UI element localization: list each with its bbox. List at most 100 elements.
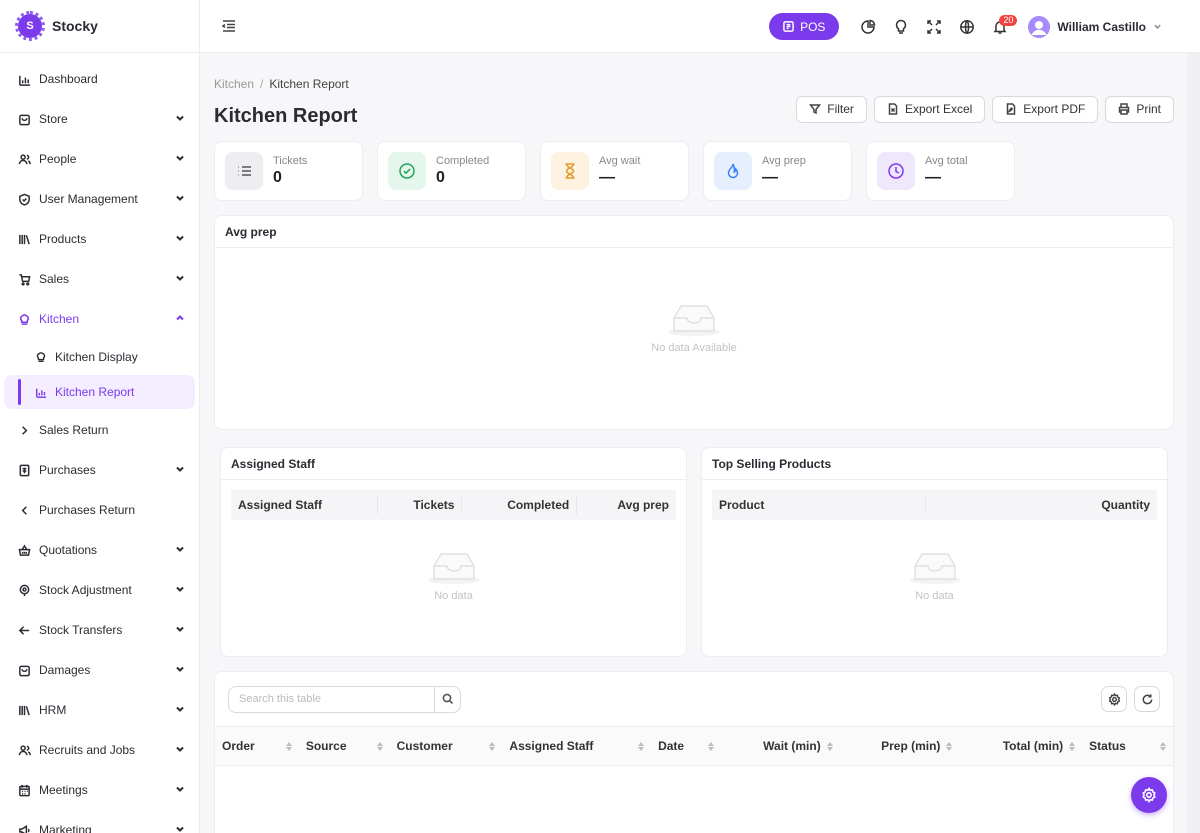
sidebar-item-purchases-return[interactable]: Purchases Return <box>0 490 199 530</box>
pie-chart-icon[interactable] <box>851 12 884 42</box>
sidebar-subitem-kitchen-report[interactable]: Kitchen Report <box>4 375 195 409</box>
sidebar-item-damages[interactable]: Damages <box>0 650 199 690</box>
user-name: William Castillo <box>1057 19 1146 34</box>
print-button[interactable]: Print <box>1105 95 1174 123</box>
search-icon[interactable] <box>434 686 460 712</box>
column-header[interactable]: Assigned Staff <box>231 496 377 514</box>
sort-icon <box>285 741 292 751</box>
stat-label: Avg total <box>925 155 968 167</box>
breadcrumb-parent[interactable]: Kitchen <box>214 77 254 91</box>
stat-value: — <box>762 169 778 186</box>
stat-label: Tickets <box>273 155 308 167</box>
column-header[interactable]: Product <box>712 496 925 514</box>
chevron-left-icon <box>17 503 31 517</box>
sidebar-item-store[interactable]: Store <box>0 99 199 139</box>
sidebar-item-quotations[interactable]: Quotations <box>0 530 199 570</box>
column-header-customer[interactable]: Customer <box>390 727 503 765</box>
sidebar-item-kitchen[interactable]: Kitchen <box>0 299 199 339</box>
stat-label: Avg prep <box>762 155 806 167</box>
box-icon <box>17 663 31 677</box>
sidebar-item-products[interactable]: Products <box>0 219 199 259</box>
sidebar-item-dashboard[interactable]: Dashboard <box>0 59 199 99</box>
sidebar-item-stock-adjustment[interactable]: Stock Adjustment <box>0 570 199 610</box>
sidebar-item-purchases[interactable]: Purchases <box>0 450 199 490</box>
sidebar-subitem-kitchen-display[interactable]: Kitchen Display <box>4 340 195 374</box>
top-selling-empty-state: No data <box>702 550 1167 602</box>
stat-value: 0 <box>273 169 282 186</box>
title-row: Kitchen Report Filter Export Excel Expor… <box>214 95 1174 131</box>
stat-card-avg-wait: Avg wait — <box>540 141 689 201</box>
filter-label: Filter <box>827 102 854 116</box>
notification-bell-icon[interactable]: 20 <box>983 12 1018 42</box>
column-header-label: Date <box>658 739 685 753</box>
stocky-logo-icon: S <box>15 11 45 41</box>
breadcrumb-separator: / <box>260 77 264 91</box>
sidebar-item-hrm[interactable]: HRM <box>0 690 199 730</box>
sidebar-item-sales[interactable]: Sales <box>0 259 199 299</box>
column-header-order[interactable]: Order <box>215 727 299 765</box>
chevron-down-icon <box>175 192 185 206</box>
stat-label: Completed <box>436 155 490 167</box>
stat-value: 0 <box>436 169 445 186</box>
sidebar-item-user-management[interactable]: User Management <box>0 179 199 219</box>
lightbulb-icon[interactable] <box>884 12 917 42</box>
filter-button[interactable]: Filter <box>796 95 867 123</box>
chevron-down-icon <box>175 232 185 246</box>
chevron-down-icon <box>175 543 185 557</box>
orders-table-header: Order Source Customer Assigned Staff Date Wai… <box>215 726 1173 766</box>
people-icon <box>17 743 31 757</box>
column-header-label: Prep (min) <box>881 739 941 753</box>
chevron-down-icon <box>175 783 185 797</box>
sidebar-nav: Dashboard Store People User Management Produ… <box>0 53 199 833</box>
stat-card-completed: Completed 0 <box>377 141 526 201</box>
notification-count-badge: 20 <box>999 14 1018 26</box>
sidebar-item-people[interactable]: People <box>0 139 199 179</box>
table-settings-gear-icon[interactable] <box>1101 686 1127 712</box>
sidebar-item-sales-return[interactable]: Sales Return <box>0 410 199 450</box>
avg-prep-card-title: Avg prep <box>215 216 1173 248</box>
pos-button[interactable]: POS <box>769 13 840 40</box>
search-input[interactable] <box>229 686 434 712</box>
column-header-prep-min[interactable]: Prep (min) <box>840 727 960 765</box>
export-pdf-button[interactable]: Export PDF <box>992 95 1099 123</box>
scrollbar[interactable] <box>1187 53 1200 833</box>
column-header[interactable]: Avg prep <box>576 496 676 514</box>
sidebar-item-label: Stock Transfers <box>39 623 123 637</box>
sidebar-item-label: Quotations <box>39 543 98 557</box>
export-pdf-label: Export PDF <box>1023 102 1086 116</box>
assigned-staff-empty-state: No data <box>221 550 686 602</box>
column-header[interactable]: Tickets <box>376 496 462 514</box>
menu-toggle-icon[interactable] <box>220 17 238 35</box>
sidebar-item-label: Stock Adjustment <box>39 583 132 597</box>
sidebar: S Stocky Dashboard Store People User Manage… <box>0 0 200 833</box>
export-excel-button[interactable]: Export Excel <box>873 95 986 123</box>
sidebar-item-label: Dashboard <box>39 72 98 86</box>
sidebar-item-meetings[interactable]: Meetings <box>0 770 199 810</box>
library-icon <box>17 703 31 717</box>
stat-label: Avg wait <box>599 155 641 167</box>
chevron-down-icon <box>175 623 185 637</box>
column-header-total-min[interactable]: Total (min) <box>959 727 1082 765</box>
column-header-status[interactable]: Status <box>1082 727 1173 765</box>
sidebar-item-label: Kitchen <box>39 312 80 326</box>
sidebar-item-label: Sales <box>39 272 70 286</box>
sidebar-item-label: User Management <box>39 192 138 206</box>
sidebar-item-marketing[interactable]: Marketing <box>0 810 199 833</box>
column-header-source[interactable]: Source <box>299 727 390 765</box>
user-menu[interactable]: William Castillo <box>1028 15 1162 38</box>
column-header-wait-min[interactable]: Wait (min) <box>721 727 840 765</box>
column-header[interactable]: Completed <box>461 496 576 514</box>
report-actions: Filter Export Excel Export PDF Print <box>796 95 1174 123</box>
sidebar-item-recruits-and-jobs[interactable]: Recruits and Jobs <box>0 730 199 770</box>
column-header-date[interactable]: Date <box>651 727 721 765</box>
refresh-icon[interactable] <box>1134 686 1160 712</box>
sidebar-item-stock-transfers[interactable]: Stock Transfers <box>0 610 199 650</box>
assigned-staff-card: Assigned Staff Assigned Staff Tickets Co… <box>220 447 687 657</box>
settings-fab-gear-icon[interactable] <box>1131 777 1167 813</box>
brand[interactable]: S Stocky <box>0 0 199 53</box>
globe-icon[interactable] <box>950 12 983 42</box>
fullscreen-icon[interactable] <box>917 12 950 42</box>
column-header[interactable]: Quantity <box>925 496 1157 514</box>
avg-prep-empty-text: No data Available <box>651 342 737 354</box>
column-header-assigned-staff[interactable]: Assigned Staff <box>502 727 651 765</box>
